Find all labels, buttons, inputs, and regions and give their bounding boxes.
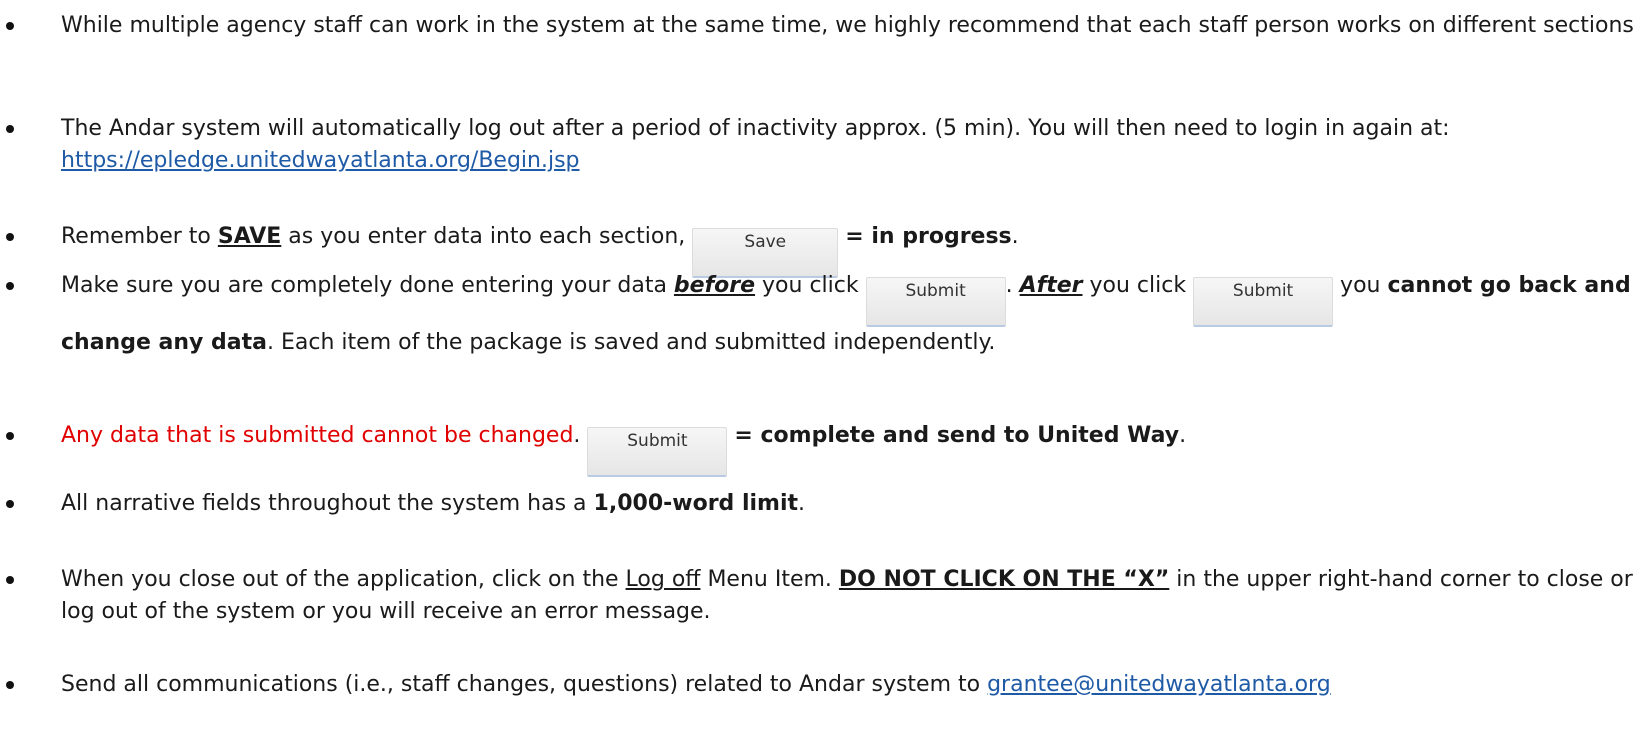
after-emphasis: After [1019,273,1083,298]
instructions-page: While multiple agency staff can work in … [0,0,1652,739]
submit-button-image: Submit [1193,277,1334,327]
email-link[interactable]: grantee@unitedwayatlanta.org [987,672,1331,697]
before-emphasis: before [673,273,756,298]
do-not-click-warning: DO NOT CLICK ON THE “X” [838,567,1170,592]
bullet-icon [6,22,14,30]
bullet-icon [6,432,14,440]
submit-button-image: Submit [587,427,728,477]
bullet-icon [6,576,14,584]
save-emphasis: SAVE [217,224,282,249]
bullet-icon [6,233,14,241]
bullet-icon [6,681,14,689]
login-link[interactable]: https://epledge.unitedwayatlanta.org/Beg… [61,148,580,173]
warning-text: Any data that is submitted cannot be cha… [61,423,574,448]
bullet-icon [6,125,14,133]
bullet-icon [6,282,14,290]
log-off-menu-text: Log off [625,567,701,592]
bullet-text: While multiple agency staff can work in … [61,13,1634,38]
bullet-icon [6,500,14,508]
bullet-text: The Andar system will automatically log … [61,116,1450,141]
submit-button-image: Submit [865,277,1006,327]
